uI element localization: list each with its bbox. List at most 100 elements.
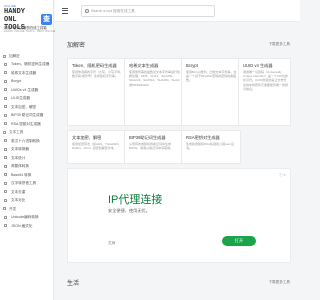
sidebar-item-text-stats[interactable]: 文本统计: [0, 154, 54, 162]
nav-group-label: 文本工具: [9, 130, 24, 134]
ad-banner[interactable]: ⓘ × IP代理连接 安全便捷，使用无忧。 芝麻 打开: [67, 168, 291, 263]
sidebar-item-encrypt-decrypt[interactable]: 文本加密、解密: [0, 103, 54, 111]
ad-info-icon[interactable]: ⓘ ×: [279, 173, 286, 178]
unicode-icon: [4, 215, 7, 219]
sidebar-item-unicode[interactable]: Unicode编码转换: [0, 213, 54, 221]
sidebar-item-bip39[interactable]: BIP39 助记词生成器: [0, 111, 54, 119]
braces-icon: [4, 224, 7, 227]
card-description: 生成新的随机RSA私钥和公钥pem证书。: [186, 142, 235, 151]
sidebar-item-json[interactable]: JSON 格式化: [0, 222, 54, 230]
ad-open-button[interactable]: 打开: [222, 236, 256, 246]
card-title: Token、随机密码生成器: [72, 63, 117, 68]
sidebar-item-bcrypt[interactable]: Bcrypt: [0, 77, 54, 85]
sidebar-item-ulid[interactable]: ULID生成器: [0, 94, 54, 102]
sidebar-item-label: JSON 格式化: [11, 223, 33, 228]
sidebar-item-text-converter[interactable]: 文本转换器: [0, 145, 54, 153]
sidebar: ONLINE HANDY ONL TOOLS 查 好用 - 便利方便的在线工具箱…: [0, 0, 56, 300]
sidebar-item-label: 文本对比: [11, 198, 26, 202]
section-more-link[interactable]: 下载更多工具: [268, 280, 290, 285]
logo-tagline: HANDY ONLINE TOOLS - BEST ONLINE: [4, 30, 56, 33]
card-title: 文本加密、解密: [72, 135, 102, 140]
sidebar-item-label: BIP39 助记词生成器: [11, 113, 44, 117]
hash-icon: [4, 71, 7, 74]
card-description: 通用唯一识别码（Universally Unique Identifier）是一…: [243, 70, 289, 91]
logo-badge: 查: [41, 14, 52, 25]
nav-group-text[interactable]: 文本工具: [0, 128, 54, 136]
menu-icon[interactable]: [62, 8, 68, 14]
card-title: RSA密钥对生成器: [186, 135, 220, 140]
search-box[interactable]: [81, 5, 215, 17]
sidebar-item-hash-text[interactable]: 哈希文本生成器: [0, 69, 54, 77]
shield-icon: [4, 79, 7, 83]
text-icon: [3, 130, 6, 134]
sidebar-item-label: 文本去重: [11, 189, 26, 194]
section-title-life: 生活: [67, 281, 80, 287]
sidebar-item-label: Token、随机密码生成器: [11, 62, 50, 66]
search-icon: [85, 9, 89, 13]
app: ONLINE HANDY ONL TOOLS 查 好用 - 便利方便的在线工具箱…: [0, 0, 300, 300]
tool-card-bcrypt[interactable]: Bcrypt 使用Bcrypt散列、比较文本字符串，这是一个基于Blowfish…: [181, 58, 241, 126]
compare-icon: [4, 198, 7, 202]
sidebar-item-rsa[interactable]: RSA 密钥对生成器: [0, 120, 54, 128]
logo[interactable]: ONLINE HANDY ONL TOOLS 查 好用 - 便利方便的在线工具箱…: [3, 4, 56, 40]
sidebar-item-diff[interactable]: 文本对比: [0, 196, 54, 204]
sidebar-item-label: 文本加密、解密: [11, 104, 37, 109]
nav-group-dev[interactable]: 开发: [0, 205, 54, 213]
card-description: 从现有的或随机的助记词中生成 BIP39，或者从助记词中获取熵。: [129, 142, 174, 151]
card-description: 使用加密算法（如AES、TripleDES、Rabbit、RC4）加密和解密文本…: [72, 142, 122, 151]
chart-icon: [4, 156, 7, 159]
tool-card-rsa[interactable]: RSA密钥对生成器 生成新的随机RSA私钥和公钥pem证书。: [181, 130, 241, 164]
section-title-crypto: 加解密: [67, 43, 86, 49]
filter-icon: [4, 190, 7, 193]
ad-brand: 芝麻: [108, 241, 116, 245]
tool-card-bip39[interactable]: BIP39助记词生成器 从现有的或随机的助记词中生成 BIP39，或者从助记词中…: [124, 130, 184, 164]
sidebar-item-label: 文本统计: [11, 155, 26, 160]
key-icon: [4, 62, 7, 66]
certificate-icon: [4, 122, 7, 125]
sidebar-item-label: 汉字转拼音工具: [11, 181, 37, 185]
card-description: 使用你选择的字符（大写、小写字母、数字和/或符号）生成随机字符串。: [72, 70, 124, 79]
sidebar-item-uuid[interactable]: UUIDs v4 生成器: [0, 86, 54, 94]
card-description: 使用Bcrypt散列、比较文本字符串，这是一个基于Blowfish密码的密码哈希…: [186, 70, 237, 83]
ad-subtitle: 安全便捷，使用无忧。: [108, 208, 150, 213]
code-icon: [3, 207, 6, 210]
ad-content[interactable]: IP代理连接 安全便捷，使用无忧。 芝麻 打开: [94, 179, 270, 255]
card-title: UUID v4 生成器: [243, 63, 273, 68]
nav-group-label: 开发: [9, 206, 17, 211]
sidebar-item-label: 哈希文本生成器: [11, 70, 37, 75]
fingerprint-icon: [4, 88, 7, 91]
convert-icon: [4, 139, 7, 142]
sidebar-item-simplified-traditional[interactable]: 简繁体转换: [0, 162, 54, 170]
card-title: Bcrypt: [186, 63, 198, 68]
sidebar-item-pinyin[interactable]: 汉字转拼音工具: [0, 179, 54, 187]
lock-icon: [3, 54, 6, 58]
sidebar-item-label: 文本转换器: [11, 147, 29, 151]
code-icon: [4, 173, 7, 176]
lock-icon: [4, 105, 7, 108]
pinyin-icon: [4, 181, 7, 185]
sidebar-item-base64[interactable]: Base64 转换: [0, 171, 54, 179]
tool-card-uuid[interactable]: UUID v4 生成器 通用唯一识别码（Universally Unique I…: [238, 58, 291, 126]
tool-card-encrypt[interactable]: 文本加密、解密 使用加密算法（如AES、TripleDES、Rabbit、RC4…: [67, 130, 127, 164]
sidebar-item-label: Bcrypt: [11, 79, 22, 83]
sidebar-item-label: 英汉十六进制转换: [11, 138, 40, 143]
card-title: BIP39助记词生成器: [129, 135, 166, 140]
list-icon: [4, 113, 7, 117]
card-title: 哈希文本生成器: [129, 63, 159, 68]
nav-group-crypto[interactable]: 加解密: [0, 52, 54, 60]
sidebar-item-label: Base64 转换: [11, 172, 32, 177]
section-more-link[interactable]: 下载更多工具: [268, 42, 290, 47]
sidebar-item-dedupe[interactable]: 文本去重: [0, 188, 54, 196]
language-icon: [4, 164, 7, 168]
sidebar-item-token-generator[interactable]: Token、随机密码生成器: [0, 60, 54, 68]
tool-card-hash[interactable]: 哈希文本生成器 使用你所需的函数对文本字符串进行哈希处理：MD5、SHA1、SH…: [124, 58, 184, 126]
sidebar-item-hex[interactable]: 英汉十六进制转换: [0, 137, 54, 145]
topbar: [55, 0, 300, 22]
main-content: 加解密 下载更多工具 Token、随机密码生成器 使用你选择的字符（大写、小写字…: [55, 22, 300, 300]
tool-card-token[interactable]: Token、随机密码生成器 使用你选择的字符（大写、小写字母、数字和/或符号）生…: [67, 58, 127, 126]
card-description: 使用你所需的函数对文本字符串进行哈希处理：MD5、SHA1、SHA256、SHA…: [129, 70, 181, 87]
sidebar-item-label: 简繁体转换: [11, 164, 29, 168]
nav-group-label: 加解密: [9, 54, 20, 58]
search-input[interactable]: [91, 7, 211, 15]
ad-title: IP代理连接: [108, 194, 163, 206]
